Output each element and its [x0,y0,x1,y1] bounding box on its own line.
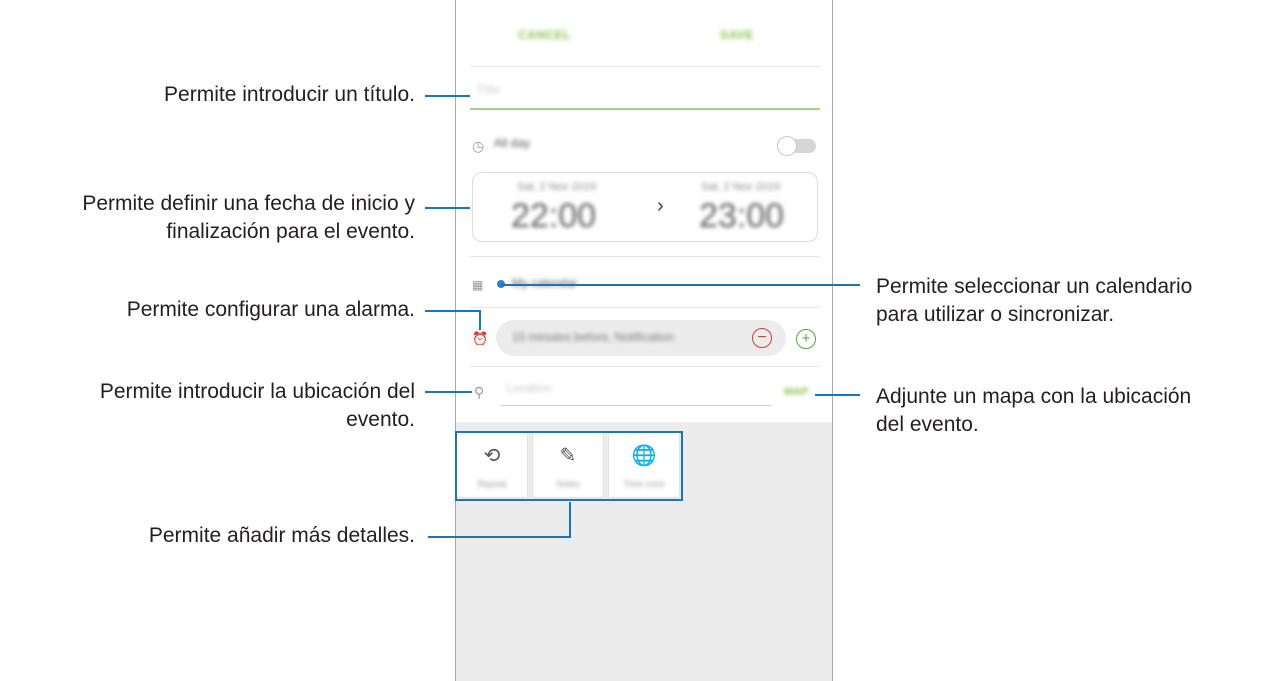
all-day-toggle[interactable] [777,136,816,156]
callout-date-line2: finalización para el evento. [166,220,415,243]
toggle-knob [777,136,797,156]
notes-icon: ✎ [559,445,577,467]
calendar-icon: ▦ [472,278,484,292]
time-zone-button[interactable]: 🌐 Time zone [608,432,680,498]
callout-location-line2: evento. [346,408,415,431]
alarm-clock-icon: ⏰ [472,331,489,346]
notes-label: Notes [556,479,580,489]
divider [470,366,820,367]
clock-icon: ◷ [472,138,485,154]
callout-map-line1: Adjunte un mapa con la ubicación [876,385,1192,408]
divider [470,66,820,67]
callout-calendar-line2: para utilizar o sincronizar. [876,303,1115,326]
start-date[interactable]: Sat, 2 Nov 2019 [517,181,596,193]
start-time[interactable]: 22:00 [511,197,596,236]
callout-date: Permite definir una fecha de inicio y fi… [82,190,415,246]
end-date[interactable]: Sat, 2 Nov 2019 [701,181,780,193]
callout-location: Permite introducir la ubicación del even… [100,378,415,434]
title-input[interactable]: Title [476,82,500,97]
callout-calendar: Permite seleccionar un calendario para u… [876,273,1192,329]
repeat-button[interactable]: ⟲ Repeat [456,432,528,498]
phone-screen: CANCEL SAVE Title ◷ All day Sat, 2 Nov 2… [455,0,833,681]
location-input[interactable]: Location [506,381,551,395]
callout-date-line1: Permite definir una fecha de inicio y [82,192,415,215]
callout-alarm: Permite configurar una alarma. [126,298,415,321]
remove-alarm-button[interactable]: − [752,328,772,348]
map-button[interactable]: MAP [784,386,808,398]
alarm-text: 15 minutes before, Notification [512,330,675,344]
calendar-selector[interactable]: My calendar [512,276,577,290]
repeat-icon: ⟲ [483,445,501,467]
title-underline [470,108,820,110]
globe-clock-icon: 🌐 [631,445,657,467]
save-button[interactable]: SAVE [720,28,754,42]
divider [470,307,820,308]
more-details-options: ⟲ Repeat ✎ Notes 🌐 Time zone [456,432,684,500]
divider [470,256,820,257]
date-range-picker[interactable]: Sat, 2 Nov 2019 22:00 › Sat, 2 Nov 2019 … [472,172,818,242]
event-form: CANCEL SAVE Title ◷ All day Sat, 2 Nov 2… [456,0,832,422]
calendar-color-dot [497,280,505,288]
callout-location-line1: Permite introducir la ubicación del [99,380,415,403]
notes-button[interactable]: ✎ Notes [532,432,604,498]
alarm-selector[interactable]: 15 minutes before, Notification − [496,320,786,356]
cancel-button[interactable]: CANCEL [518,28,571,42]
callout-map: Adjunte un mapa con la ubicación del eve… [876,383,1191,439]
callout-map-line2: del evento. [876,413,979,436]
chevron-right-icon: › [657,195,664,217]
location-pin-icon: ⚲ [474,384,485,400]
callout-title: Permite introducir un título. [164,83,415,106]
time-zone-label: Time zone [623,479,665,489]
location-underline [501,405,771,406]
add-alarm-button[interactable]: + [796,329,816,349]
all-day-label: All day [494,136,531,150]
callout-calendar-line1: Permite seleccionar un calendario [876,275,1193,298]
callout-details: Permite añadir más detalles. [148,524,415,547]
end-time[interactable]: 23:00 [699,197,784,236]
repeat-label: Repeat [477,479,507,489]
